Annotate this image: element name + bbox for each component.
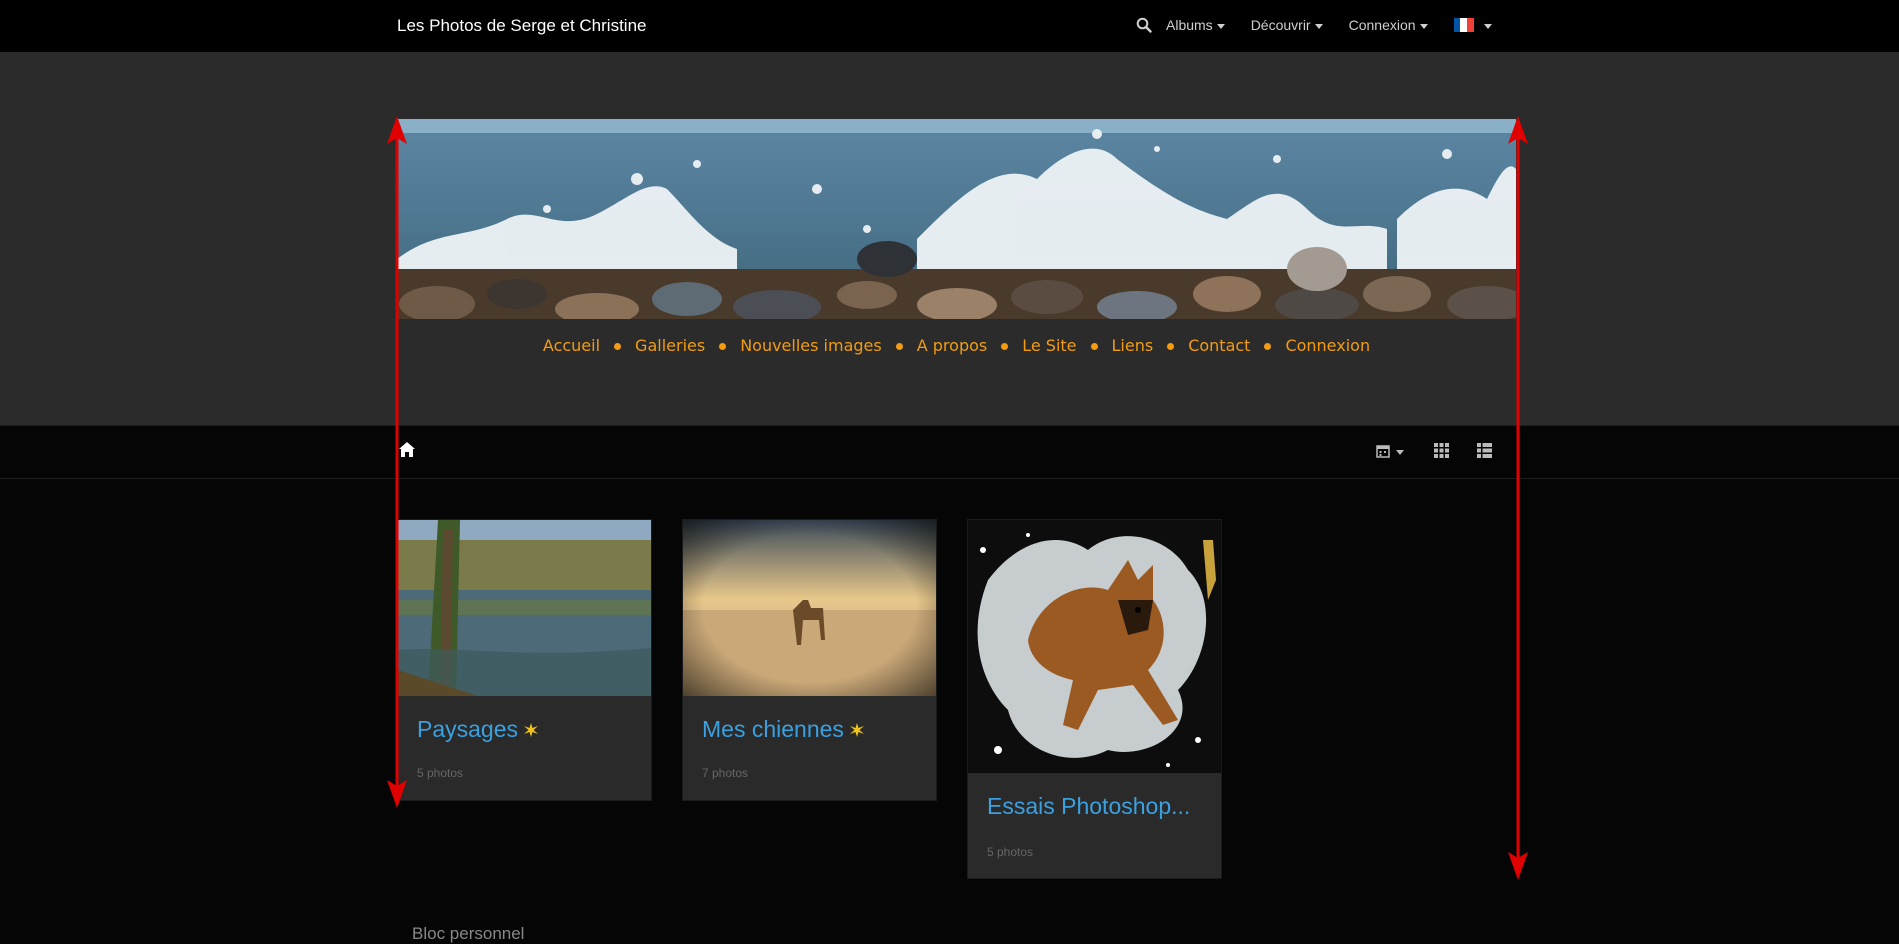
- grid-view-icon[interactable]: [1434, 443, 1449, 458]
- nav-separator: [1090, 343, 1098, 350]
- sea-waves-pebbles-image: [397, 119, 1516, 319]
- album-title[interactable]: Mes chiennes: [702, 716, 865, 743]
- album-card-mes-chiennes[interactable]: Mes chiennes 7 photos: [682, 519, 937, 801]
- discover-menu[interactable]: Découvrir: [1251, 17, 1323, 33]
- new-sparkle-icon: [849, 722, 864, 737]
- nav-link-liens[interactable]: Liens: [1112, 336, 1154, 355]
- album-photo-count: 7 photos: [702, 766, 749, 780]
- flag-stripe-blue: [1453, 18, 1461, 32]
- album-title-text: Paysages: [417, 716, 519, 742]
- album-thumbnail[interactable]: [683, 520, 936, 696]
- nav-link-galleries[interactable]: Galleries: [635, 336, 705, 355]
- album-card-essais-photoshop[interactable]: Essais Photoshop... 5 photos: [967, 519, 1222, 879]
- nav-link-nouvelles-images[interactable]: Nouvelles images: [740, 336, 882, 355]
- french-flag-icon: [1453, 18, 1474, 32]
- album-title-text: Mes chiennes: [702, 716, 844, 742]
- banner-image: [397, 119, 1516, 319]
- nav-link-accueil[interactable]: Accueil: [543, 336, 600, 355]
- chevron-down-icon: [1396, 449, 1404, 455]
- right-vertical-double-arrow: [1508, 116, 1528, 880]
- album-title-text: Essais Photoshop...: [987, 793, 1191, 819]
- personal-block-heading: Bloc personnel: [412, 924, 525, 943]
- album-thumbnail[interactable]: [968, 520, 1221, 773]
- top-navbar: Les Photos de Serge et Christine Albums …: [0, 0, 1899, 53]
- album-card-paysages[interactable]: Paysages 5 photos: [397, 519, 652, 801]
- nav-separator: [895, 343, 903, 350]
- chevron-down-icon: [1483, 23, 1492, 29]
- breadcrumb-bar: [0, 425, 1899, 479]
- calendar-view-menu[interactable]: [1376, 444, 1404, 458]
- login-menu[interactable]: Connexion: [1349, 17, 1428, 33]
- list-view-icon[interactable]: [1477, 443, 1492, 458]
- nav-link-le-site[interactable]: Le Site: [1022, 336, 1076, 355]
- search-icon[interactable]: [1136, 17, 1152, 33]
- nav-separator: [614, 343, 622, 350]
- discover-menu-label: Découvrir: [1250, 17, 1311, 33]
- album-photo-count: 5 photos: [987, 845, 1034, 859]
- nav-link-connexion[interactable]: Connexion: [1285, 336, 1370, 355]
- album-photo-count: 5 photos: [417, 766, 464, 780]
- left-vertical-double-arrow: [387, 116, 407, 808]
- site-navigation: Accueil Galleries Nouvelles images A pro…: [397, 336, 1516, 355]
- nav-link-a-propos[interactable]: A propos: [917, 336, 987, 355]
- site-title[interactable]: Les Photos de Serge et Christine: [397, 16, 646, 36]
- album-thumbnail[interactable]: [398, 520, 651, 696]
- nav-link-contact[interactable]: Contact: [1188, 336, 1250, 355]
- flag-stripe-white: [1460, 18, 1467, 32]
- nav-separator: [719, 343, 727, 350]
- albums-menu-label: Albums: [1166, 17, 1213, 33]
- top-nav-right: Albums Découvrir Connexion: [1136, 17, 1492, 33]
- albums-menu[interactable]: Albums: [1166, 17, 1225, 33]
- new-sparkle-icon: [524, 722, 539, 737]
- nav-separator: [1001, 343, 1009, 350]
- calendar-icon: [1376, 445, 1390, 458]
- chevron-down-icon: [1216, 23, 1225, 29]
- nav-separator: [1167, 343, 1175, 350]
- dog-on-beach-thumbnail-image: [683, 520, 936, 696]
- album-title[interactable]: Essais Photoshop...: [987, 793, 1190, 820]
- album-title[interactable]: Paysages: [417, 716, 539, 743]
- flag-stripe-red: [1466, 18, 1474, 32]
- dog-splash-thumbnail-image: [968, 520, 1221, 773]
- nav-separator: [1264, 343, 1272, 350]
- chevron-down-icon: [1419, 23, 1428, 29]
- landscape-thumbnail-image: [398, 520, 651, 696]
- login-menu-label: Connexion: [1348, 17, 1416, 33]
- chevron-down-icon: [1314, 23, 1323, 29]
- language-menu[interactable]: [1453, 18, 1492, 32]
